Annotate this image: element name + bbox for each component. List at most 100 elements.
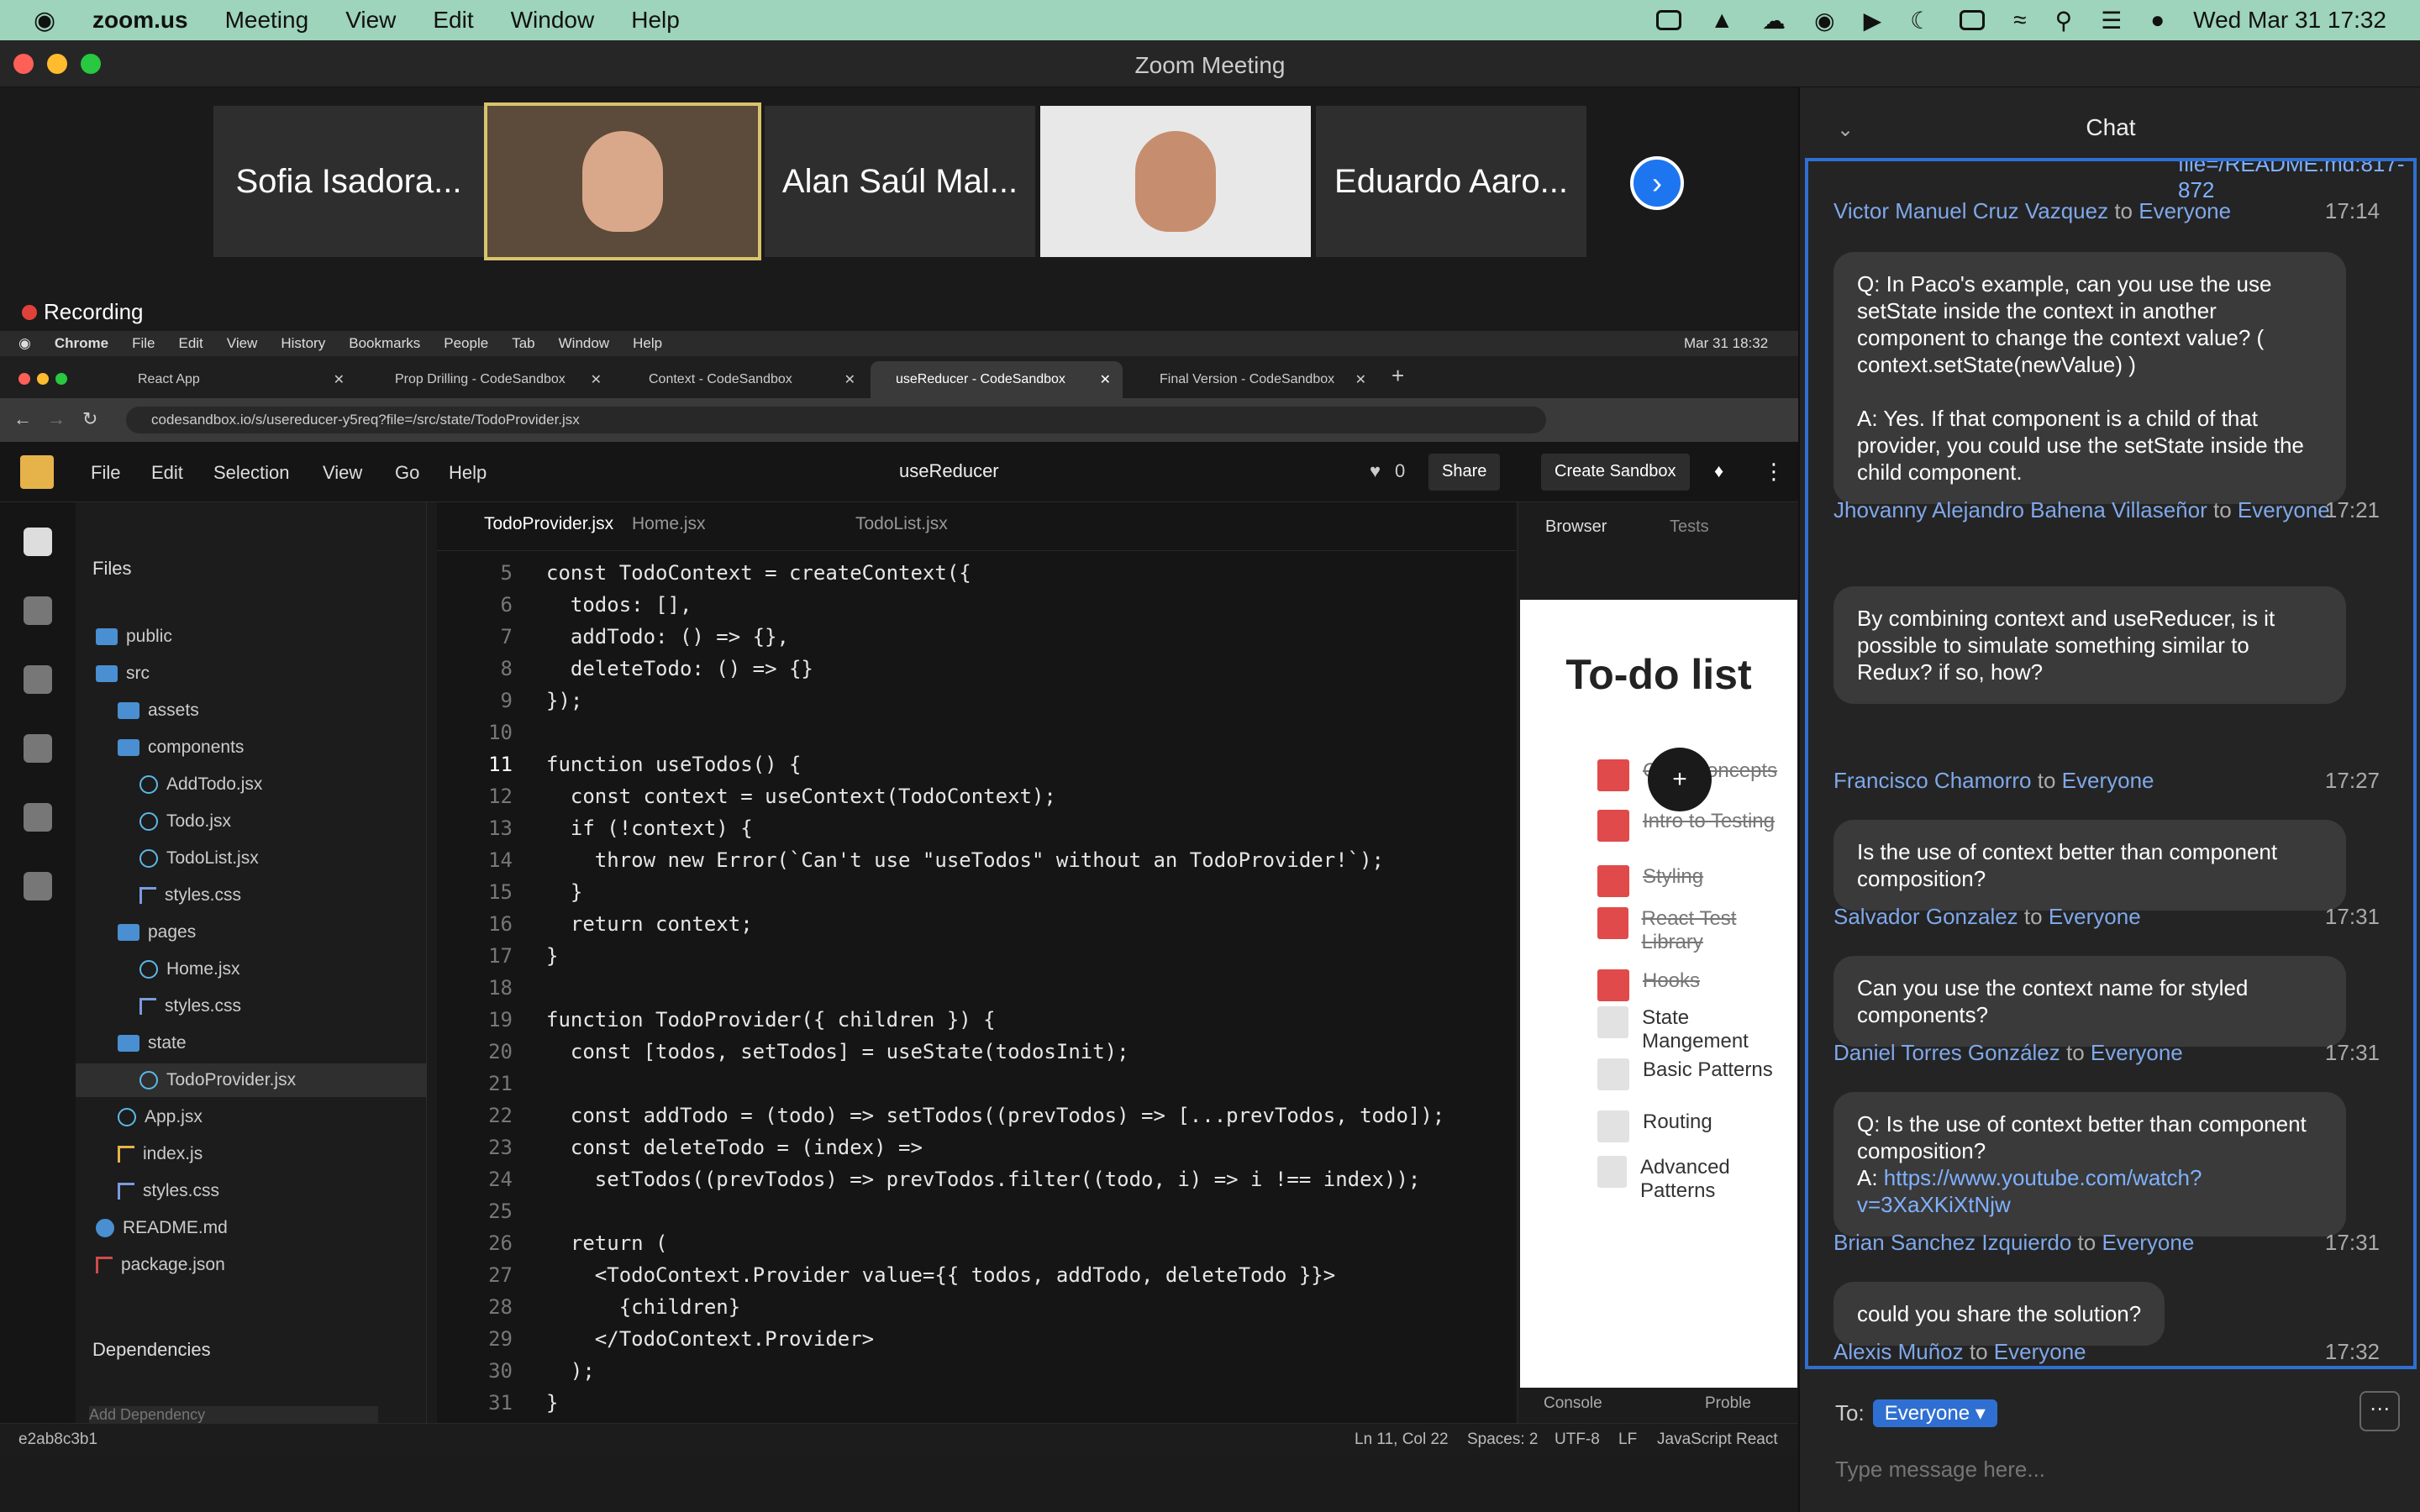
participant-video[interactable] <box>1040 106 1311 257</box>
chat-message-bubble[interactable]: could you share the solution? <box>1833 1282 2165 1346</box>
recipient-select[interactable]: Everyone ▾ <box>1872 1399 1997 1427</box>
url-bar[interactable]: codesandbox.io/s/usereducer-y5req?file=/… <box>126 407 1546 433</box>
chat-message-bubble[interactable]: Q: Is the use of context better than com… <box>1833 1092 2346 1236</box>
editor-tab[interactable]: TodoList.jsx <box>855 514 948 534</box>
language-mode[interactable]: JavaScript React <box>1657 1431 1778 1449</box>
sandbox-info-icon[interactable] <box>24 528 52 556</box>
add-dependency-input[interactable] <box>89 1406 378 1423</box>
message-link[interactable]: https://www.youtube.com/watch?v=3XaXKiXt… <box>1857 1165 2202 1217</box>
editor-tab-active[interactable]: TodoProvider.jsx <box>484 514 613 534</box>
live-icon[interactable] <box>24 872 52 900</box>
editor-tab[interactable]: Home.jsx <box>632 514 706 534</box>
chrome-tab[interactable]: React App ✕ <box>113 361 356 398</box>
checkbox-unchecked[interactable] <box>1597 1006 1629 1038</box>
tree-file[interactable]: README.md <box>96 1211 228 1245</box>
csb-logo-icon[interactable] <box>20 455 54 489</box>
github-icon[interactable] <box>24 734 52 763</box>
collapse-chevron-icon[interactable]: ⌄ <box>1837 118 1854 142</box>
recording-indicator[interactable]: Recording <box>22 299 144 325</box>
tree-file[interactable]: index.js <box>118 1137 203 1171</box>
close-tab-icon[interactable]: ✕ <box>591 371 602 388</box>
participant-tile[interactable]: Eduardo Aaro... <box>1316 106 1586 257</box>
search-icon[interactable]: ⚲ <box>2055 7 2073 34</box>
menubar-clock[interactable]: Wed Mar 31 17:32 <box>2193 7 2386 34</box>
tree-file[interactable]: Todo.jsx <box>139 805 231 838</box>
tree-file[interactable]: App.jsx <box>118 1100 203 1134</box>
dependencies-header[interactable]: Dependencies <box>92 1339 211 1361</box>
participant-tile[interactable]: Alan Saúl Mal... <box>765 106 1035 257</box>
menubar-item-window[interactable]: Window <box>511 7 595 34</box>
checkbox-unchecked[interactable] <box>1597 1110 1629 1142</box>
sender-name[interactable]: Daniel Torres González <box>1833 1040 2060 1065</box>
browser-tab[interactable]: Browser <box>1545 517 1607 537</box>
bell-icon[interactable]: ♦ <box>1714 460 1723 482</box>
tree-folder[interactable]: state <box>118 1026 187 1060</box>
checkbox-checked[interactable] <box>1597 865 1629 897</box>
tree-file[interactable]: styles.css <box>118 1174 219 1208</box>
indent-setting[interactable]: Spaces: 2 <box>1467 1431 1539 1449</box>
csb-menu-selection[interactable]: Selection <box>213 462 290 484</box>
csb-menu-go[interactable]: Go <box>395 462 419 484</box>
chat-message-bubble[interactable]: By combining context and useReducer, is … <box>1833 586 2346 704</box>
todo-item[interactable]: React Test Library <box>1597 907 1797 954</box>
share-button[interactable]: Share <box>1428 454 1501 491</box>
close-tab-icon[interactable]: ✕ <box>1355 371 1366 388</box>
tree-file[interactable]: Home.jsx <box>139 953 240 986</box>
cloud-icon[interactable]: ☁ <box>1762 7 1786 34</box>
search-icon[interactable] <box>24 596 52 625</box>
onepassword-icon[interactable]: ◉ <box>1814 7 1834 34</box>
settings-icon[interactable] <box>24 665 52 694</box>
tree-file[interactable]: TodoList.jsx <box>139 842 259 875</box>
checkbox-checked[interactable] <box>1597 759 1629 791</box>
checkbox-checked[interactable] <box>1597 907 1628 939</box>
todo-item[interactable]: Hooks <box>1597 969 1700 1001</box>
zoom-status-icon[interactable] <box>1656 10 1682 30</box>
deploy-icon[interactable] <box>24 803 52 832</box>
sender-name[interactable]: Victor Manuel Cruz Vazquez <box>1833 198 2108 223</box>
csb-menu-help[interactable]: Help <box>449 462 487 484</box>
menubar-item-help[interactable]: Help <box>631 7 680 34</box>
line-ending[interactable]: LF <box>1618 1431 1637 1449</box>
todo-item[interactable]: Styling <box>1597 865 1703 897</box>
close-tab-icon[interactable]: ✕ <box>844 371 855 388</box>
chat-message-input[interactable] <box>1835 1457 2390 1483</box>
more-icon[interactable]: ⋮ <box>1763 459 1785 485</box>
create-sandbox-button[interactable]: Create Sandbox <box>1541 454 1690 491</box>
code-editor[interactable]: 5 const TodoContext = createContext({6 to… <box>437 551 1516 1423</box>
tree-folder[interactable]: public <box>96 620 172 654</box>
tree-file[interactable]: styles.css <box>139 879 241 912</box>
checkbox-checked[interactable] <box>1597 810 1629 842</box>
problems-tab[interactable]: Proble <box>1705 1394 1751 1413</box>
chat-message-list[interactable]: file=/README.md:817-872 Victor Manuel Cr… <box>1805 158 2417 1369</box>
todo-item[interactable]: Basic Patterns <box>1597 1058 1773 1090</box>
chat-message-bubble[interactable]: Is the use of context better than compon… <box>1833 820 2346 911</box>
like-heart-icon[interactable]: ♥ <box>1370 460 1381 482</box>
chrome-tab[interactable]: Context - CodeSandbox ✕ <box>623 361 867 398</box>
chrome-tab[interactable]: Final Version - CodeSandbox ✕ <box>1134 361 1378 398</box>
files-header[interactable]: Files <box>92 558 131 580</box>
tree-file[interactable]: styles.css <box>139 990 241 1023</box>
close-tab-icon[interactable]: ✕ <box>1100 371 1111 388</box>
tree-folder[interactable]: components <box>118 731 244 764</box>
wifi-icon[interactable]: ≈ <box>2013 7 2026 34</box>
sender-name[interactable]: Brian Sanchez Izquierdo <box>1833 1230 2071 1255</box>
participant-video-active[interactable] <box>484 102 761 260</box>
clipped-link[interactable]: file=/README.md:817-872 <box>2178 161 2413 203</box>
sender-name[interactable]: Jhovanny Alejandro Bahena Villaseñor <box>1833 497 2207 522</box>
close-tab-icon[interactable]: ✕ <box>334 371 345 388</box>
chrome-tab[interactable]: Prop Drilling - CodeSandbox ✕ <box>370 361 613 398</box>
csb-menu-file[interactable]: File <box>91 462 120 484</box>
menubar-item-meeting[interactable]: Meeting <box>225 7 309 34</box>
new-tab-icon[interactable]: + <box>1392 363 1404 389</box>
dark-mode-icon[interactable]: ☾ <box>1910 7 1931 34</box>
next-page-arrow-icon[interactable]: › <box>1630 156 1684 210</box>
menubar-item-view[interactable]: View <box>345 7 396 34</box>
sender-name[interactable]: Francisco Chamorro <box>1833 768 2032 793</box>
tree-folder[interactable]: pages <box>118 916 196 949</box>
apple-icon[interactable]: ◉ <box>34 6 67 35</box>
console-tab[interactable]: Console <box>1544 1394 1602 1413</box>
checkbox-checked[interactable] <box>1597 969 1629 1001</box>
tests-tab[interactable]: Tests <box>1670 517 1709 537</box>
sandbox-name[interactable]: useReducer <box>899 460 999 482</box>
tree-folder[interactable]: assets <box>118 694 199 727</box>
